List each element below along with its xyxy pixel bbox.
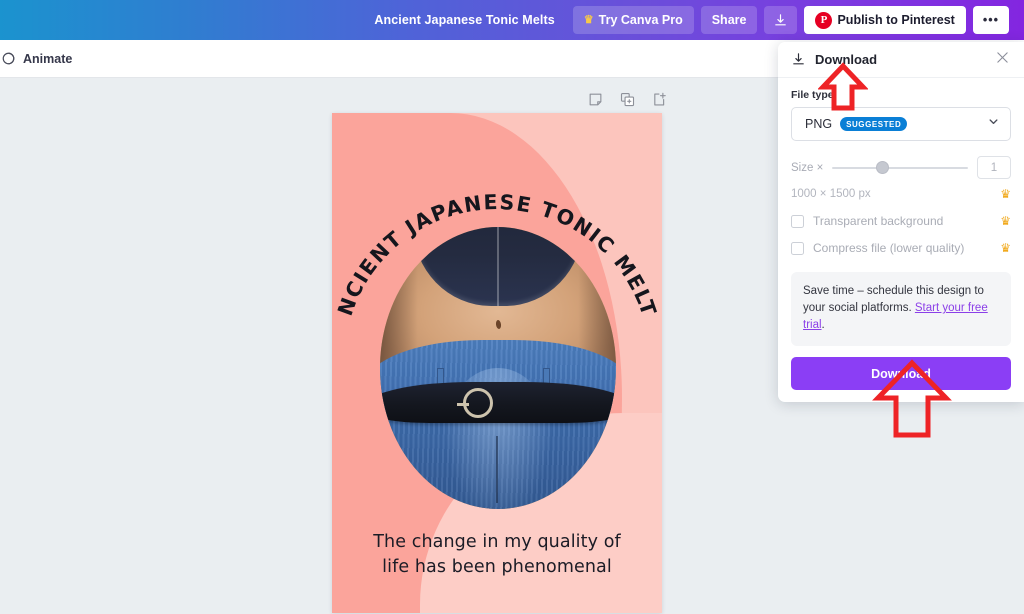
caption-line-2: life has been phenomenal	[382, 557, 612, 577]
size-label: Size ×	[791, 161, 824, 174]
caption-line-1: The change in my quality of	[373, 532, 621, 552]
duplicate-page-icon[interactable]	[620, 92, 635, 107]
download-panel-header: Download	[778, 42, 1024, 78]
transparent-background-row[interactable]: Transparent background ♛	[791, 214, 1011, 228]
close-icon[interactable]	[993, 48, 1012, 72]
design-canvas[interactable]: ANCIENT JAPANESE TONIC MELTS The c	[332, 113, 662, 613]
top-header-bar: Ancient Japanese Tonic Melts ♛ Try Canva…	[0, 0, 1024, 40]
crown-icon: ♛	[1000, 241, 1011, 255]
document-title: Ancient Japanese Tonic Melts	[374, 13, 555, 27]
compress-file-row[interactable]: Compress file (lower quality) ♛	[791, 241, 1011, 255]
file-type-select[interactable]: PNG SUGGESTED	[791, 107, 1011, 141]
share-button[interactable]: Share	[700, 6, 758, 34]
compress-file-label: Compress file (lower quality)	[813, 241, 965, 255]
canva-editor-window: Ancient Japanese Tonic Melts ♛ Try Canva…	[0, 0, 1024, 614]
size-slider-thumb[interactable]	[875, 161, 889, 174]
try-canva-pro-button[interactable]: ♛ Try Canva Pro	[572, 6, 694, 34]
design-caption[interactable]: The change in my quality of life has bee…	[350, 530, 644, 580]
size-value-field[interactable]: 1	[977, 156, 1011, 179]
photo-garment-seam	[496, 227, 499, 306]
file-type-label: File type	[791, 89, 834, 101]
download-icon	[793, 53, 804, 65]
file-type-value: PNG	[805, 117, 833, 131]
transparent-background-checkbox[interactable]	[791, 214, 804, 228]
transparent-background-label: Transparent background	[813, 214, 944, 228]
download-button[interactable]	[764, 6, 798, 34]
download-submit-label: Download	[871, 366, 931, 381]
pinterest-icon: P	[815, 11, 833, 29]
download-submit-button[interactable]: Download	[791, 357, 1011, 390]
photo-belt	[380, 382, 616, 423]
photo-jeans-fly	[495, 435, 498, 504]
suggested-badge: SUGGESTED	[840, 117, 908, 131]
dimensions-row: 1000 × 1500 px ♛	[791, 187, 1011, 201]
add-note-icon[interactable]	[588, 92, 603, 107]
try-canva-pro-label: Try Canva Pro	[598, 13, 683, 27]
compress-file-checkbox[interactable]	[791, 241, 804, 255]
more-options-button[interactable]: •••	[972, 6, 1009, 34]
download-icon	[775, 13, 787, 25]
chevron-down-icon	[987, 115, 1000, 133]
animate-button[interactable]: Animate	[0, 46, 81, 71]
promo-text-after: .	[821, 319, 825, 331]
download-panel: Download File type PNG SUGGESTED Size ×	[778, 42, 1024, 402]
animate-icon	[2, 52, 15, 65]
crown-icon: ♛	[1000, 214, 1011, 228]
dimensions-label: 1000 × 1500 px	[791, 188, 871, 200]
crown-icon: ♛	[1000, 187, 1011, 201]
publish-to-pinterest-button[interactable]: P Publish to Pinterest	[804, 6, 966, 34]
crown-icon: ♛	[583, 13, 594, 26]
more-options-label: •••	[982, 13, 999, 27]
close-icon-glyph	[997, 51, 1008, 63]
size-slider-track	[832, 166, 968, 169]
photo-belt-buckle	[456, 387, 493, 418]
design-photo-oval[interactable]	[380, 227, 616, 509]
add-page-icon[interactable]	[652, 92, 667, 107]
size-slider[interactable]	[832, 160, 968, 176]
download-panel-body: File type PNG SUGGESTED Size × 1 1000 × …	[778, 78, 1024, 402]
publish-label: Publish to Pinterest	[837, 13, 955, 27]
chevron-down-glyph	[989, 119, 998, 125]
size-row: Size × 1	[791, 156, 1011, 179]
share-label: Share	[711, 13, 747, 27]
download-panel-title: Download	[815, 52, 878, 67]
page-tools	[588, 92, 667, 107]
animate-label: Animate	[23, 51, 73, 66]
promo-box: Save time – schedule this design to your…	[791, 272, 1011, 346]
